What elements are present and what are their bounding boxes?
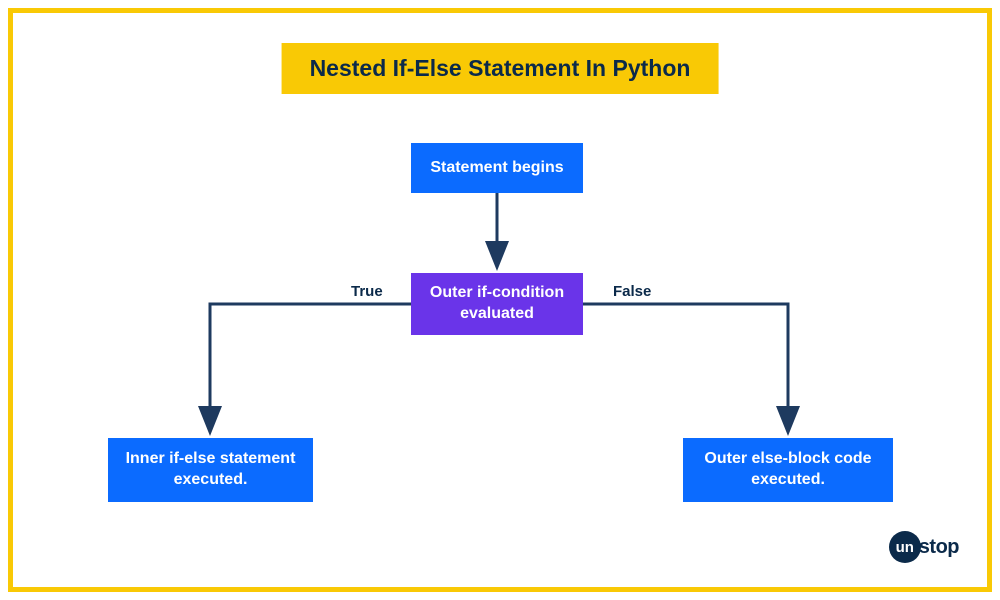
node-condition: Outer if-condition evaluated <box>411 273 583 335</box>
logo-text: stop <box>919 536 959 559</box>
arrow-true-path <box>210 304 411 430</box>
node-start: Statement begins <box>411 143 583 193</box>
node-condition-label: Outer if-condition evaluated <box>423 283 571 325</box>
node-false-label: Outer else-block code executed. <box>695 449 881 491</box>
logo-badge: un <box>889 531 921 563</box>
node-start-label: Statement begins <box>430 158 563 179</box>
diagram-title: Nested If-Else Statement In Python <box>282 43 719 94</box>
brand-logo: un stop <box>889 531 959 563</box>
node-true-label: Inner if-else statement executed. <box>120 449 301 491</box>
diagram-frame: Nested If-Else Statement In Python State… <box>8 8 992 592</box>
arrow-false-path <box>583 304 788 430</box>
node-true-branch: Inner if-else statement executed. <box>108 438 313 502</box>
node-false-branch: Outer else-block code executed. <box>683 438 893 502</box>
label-true: True <box>351 283 383 300</box>
label-false: False <box>613 283 651 300</box>
